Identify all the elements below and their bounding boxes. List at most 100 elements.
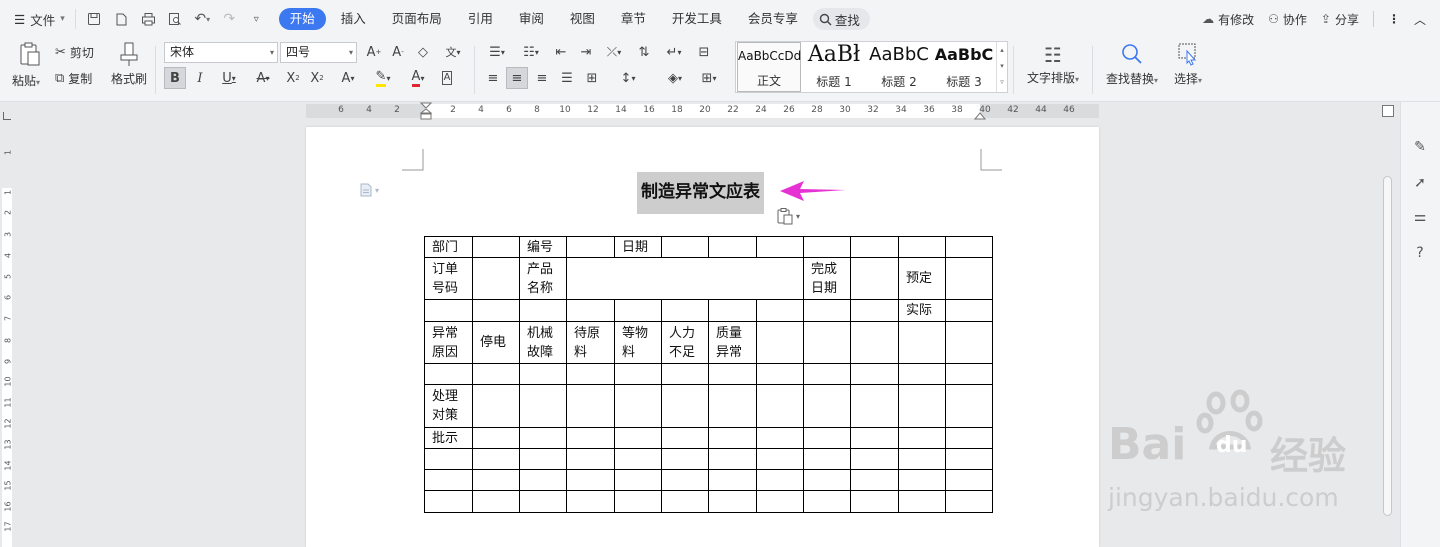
table-cell[interactable] [850, 469, 899, 491]
underline-icon[interactable]: U ▾ [214, 67, 244, 89]
bullet-list-icon[interactable]: ☰ ▾ [482, 42, 512, 62]
indent-marker-icon[interactable] [420, 102, 432, 120]
tab-member[interactable]: 会员专享 [737, 8, 809, 30]
cell-approval-label[interactable]: 批示 [424, 427, 473, 449]
table-cell[interactable] [566, 490, 615, 513]
table-cell[interactable] [850, 363, 899, 385]
bold-icon[interactable]: B [164, 67, 186, 89]
increase-indent-icon[interactable]: ⇥ [575, 42, 597, 62]
tab-stops-icon[interactable]: ⊟ [692, 42, 716, 62]
table-cell[interactable] [614, 448, 662, 470]
table-cell[interactable] [708, 384, 757, 428]
table-cell[interactable] [566, 448, 615, 470]
print-preview-icon[interactable] [163, 7, 188, 31]
cell-actual-label[interactable]: 实际 [898, 299, 946, 322]
cell-quality-label[interactable]: 质量 异常 [708, 321, 757, 364]
table-cell[interactable] [803, 321, 851, 364]
tab-home[interactable]: 开始 [278, 8, 326, 30]
borders-icon[interactable]: ⊞ ▾ [694, 67, 724, 89]
table-cell[interactable] [756, 448, 804, 470]
cell-manpower-label[interactable]: 人力 不足 [661, 321, 709, 364]
highlight-icon[interactable]: ✎ ▾ [368, 67, 398, 89]
table-cell[interactable] [661, 448, 709, 470]
sort-icon[interactable]: ⇅ [632, 42, 656, 62]
customize-toolbar-icon[interactable]: ▿ [244, 7, 269, 31]
table-cell[interactable] [898, 236, 946, 258]
table-cell[interactable] [803, 490, 851, 513]
cell-wait-items-label[interactable]: 等物料 [614, 321, 662, 364]
table-cell[interactable] [519, 363, 567, 385]
table-cell[interactable] [945, 299, 993, 322]
show-marks-icon[interactable]: ↵ ▾ [660, 42, 688, 62]
table-cell[interactable] [472, 469, 520, 491]
table-cell[interactable] [472, 236, 520, 258]
table-cell[interactable] [472, 257, 520, 300]
export-pdf-icon[interactable] [109, 7, 134, 31]
copy-button[interactable]: ⧉ 复制 [55, 68, 92, 88]
align-center-icon[interactable]: ≡ [506, 67, 528, 89]
table-cell[interactable] [566, 363, 615, 385]
table-cell[interactable] [614, 363, 662, 385]
table-cell[interactable] [472, 299, 520, 322]
table-cell[interactable] [708, 363, 757, 385]
table-cell[interactable] [898, 427, 946, 449]
redo-icon[interactable]: ↷ [217, 7, 242, 31]
paste-button[interactable]: 粘贴▾ [12, 41, 48, 93]
table-cell[interactable] [519, 469, 567, 491]
table-cell[interactable] [803, 384, 851, 428]
table-cell[interactable] [803, 427, 851, 449]
table-cell[interactable] [519, 427, 567, 449]
share-button[interactable]: ⇪ 分享 [1321, 11, 1359, 28]
table-cell[interactable] [519, 384, 567, 428]
pen-icon[interactable]: ✎ [1409, 136, 1431, 158]
table-cell[interactable] [756, 363, 804, 385]
table-cell[interactable] [424, 469, 473, 491]
char-border-icon[interactable]: A [436, 67, 458, 89]
table-cell[interactable] [424, 299, 473, 322]
table-cell[interactable] [614, 490, 662, 513]
table-cell[interactable] [850, 236, 899, 258]
cell-product-label[interactable]: 产品 名称 [519, 257, 567, 300]
table-cell[interactable] [803, 236, 851, 258]
form-table[interactable]: 部门 编号 日期 订单 号码 产品 名称 完成 日期 预定 实际 异常 原因 停电 机械… [424, 236, 993, 513]
phonetic-guide-icon[interactable]: 文 ▾ [438, 42, 468, 62]
table-cell[interactable] [898, 384, 946, 428]
horizontal-ruler[interactable]: 6 4 2 2 4 6 8 10 12 14 16 18 20 22 24 26 28 30 32 34 36 38 40 4… [0, 102, 1440, 120]
table-cell[interactable] [945, 427, 993, 449]
text-effect-icon[interactable]: A ▾ [334, 67, 362, 89]
save-icon[interactable] [82, 7, 107, 31]
table-cell[interactable] [850, 490, 899, 513]
table-cell[interactable] [566, 299, 615, 322]
table-cell[interactable] [945, 257, 993, 300]
strikethrough-icon[interactable]: A ▾ [248, 67, 278, 89]
table-cell[interactable] [661, 427, 709, 449]
table-cell[interactable] [945, 236, 993, 258]
more-icon[interactable]: ⋮ [1388, 12, 1400, 26]
table-cell[interactable] [708, 427, 757, 449]
cell-done-date-label[interactable]: 完成 日期 [803, 257, 851, 300]
table-cell[interactable] [614, 469, 662, 491]
tab-page-layout[interactable]: 页面布局 [381, 8, 453, 30]
split-view-icon[interactable] [1382, 105, 1394, 117]
table-cell[interactable] [898, 448, 946, 470]
table-cell[interactable] [756, 469, 804, 491]
table-cell[interactable] [661, 490, 709, 513]
scrollbar-thumb[interactable] [1383, 176, 1392, 516]
table-cell[interactable] [519, 448, 567, 470]
table-cell[interactable] [756, 321, 804, 364]
cell-number-label[interactable]: 编号 [519, 236, 567, 258]
cursor-icon[interactable]: ➚ [1409, 172, 1431, 194]
table-cell[interactable] [566, 384, 615, 428]
font-size-select[interactable]: 四号 ▾ [280, 42, 357, 63]
numbered-list-icon[interactable]: ☷ ▾ [516, 42, 546, 62]
grow-font-icon[interactable]: A + [364, 42, 384, 62]
table-cell[interactable] [850, 257, 899, 300]
style-heading-2[interactable]: AaBbC 标题 2 [867, 42, 931, 92]
cell-order-label[interactable]: 订单 号码 [424, 257, 473, 300]
selected-title[interactable]: 制造异常文应表 [637, 172, 764, 214]
document-page[interactable]: ▾ 制造异常文应表 ▾ 部门 编号 日期 订单 号码 产品 名称 完成 日期 预定 [306, 127, 1099, 547]
table-cell[interactable] [898, 469, 946, 491]
table-cell[interactable] [756, 427, 804, 449]
justify-icon[interactable]: ☰ [556, 67, 578, 89]
tab-references[interactable]: 引用 [457, 8, 504, 30]
